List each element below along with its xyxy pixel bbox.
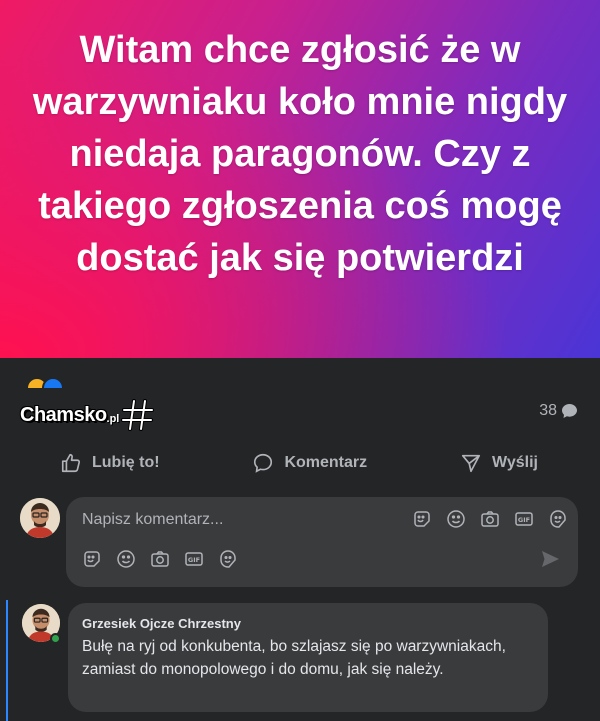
comment-thread-indicator: [6, 600, 8, 721]
comment-composer[interactable]: Napisz komentarz... GIF GIF: [66, 497, 578, 587]
svg-text:GIF: GIF: [518, 516, 530, 524]
facebook-post: Witam chce zgłosić że w warzywniaku koło…: [0, 0, 600, 721]
reactions-strip: [0, 358, 600, 388]
gif-icon[interactable]: GIF: [514, 509, 534, 529]
comment-count-number: 38: [539, 402, 557, 419]
watermark-suffix: .pl: [106, 413, 120, 425]
sticker-icon[interactable]: [82, 549, 102, 569]
camera-icon[interactable]: [480, 509, 500, 529]
like-label: Lubię to!: [92, 454, 160, 471]
comment-icon: [254, 453, 273, 473]
hashtag-logo-icon: [121, 399, 155, 431]
camera-icon[interactable]: [150, 549, 170, 569]
gif-icon[interactable]: GIF: [184, 549, 204, 569]
share-label: Wyślij: [492, 454, 538, 471]
comment-bubble: Grzesiek Ojcze Chrzestny Bułę na ryj od …: [68, 603, 548, 712]
post-actions: Lubię to! Komentarz Wyślij: [0, 440, 600, 486]
sticker-icon[interactable]: [412, 509, 432, 529]
watermark-brand: Chamsko: [20, 403, 107, 426]
post-text-background: Witam chce zgłosić że w warzywniaku koło…: [0, 0, 600, 358]
avatar-sticker-icon[interactable]: [548, 509, 568, 529]
comment-author[interactable]: Grzesiek Ojcze Chrzestny: [82, 616, 534, 631]
avatar-sticker-icon[interactable]: [218, 549, 238, 569]
send-arrow-icon: [461, 454, 481, 473]
current-user-avatar[interactable]: [20, 498, 60, 538]
comment-button[interactable]: Komentarz: [252, 452, 367, 474]
thumbs-up-icon: [61, 453, 81, 473]
post-text: Witam chce zgłosić że w warzywniaku koło…: [32, 29, 568, 279]
share-button[interactable]: Wyślij: [460, 452, 538, 474]
comment-bubble-icon: [562, 404, 577, 418]
comment-count[interactable]: 38: [539, 402, 578, 420]
emoji-icon[interactable]: [446, 509, 466, 529]
online-status-indicator: [50, 633, 61, 644]
user-portrait-icon: [20, 498, 60, 538]
comment-label: Komentarz: [284, 454, 368, 471]
emoji-icon[interactable]: [116, 549, 136, 569]
comment-input-placeholder[interactable]: Napisz komentarz...: [82, 511, 223, 529]
comment-text: Bułę na ryj od konkubenta, bo szlajasz s…: [82, 638, 506, 678]
like-button[interactable]: Lubię to!: [60, 452, 160, 474]
svg-text:GIF: GIF: [188, 556, 200, 564]
reaction-icons[interactable]: [26, 377, 64, 388]
watermark-logo: Chamsko .pl: [20, 398, 155, 432]
send-icon[interactable]: [540, 549, 560, 569]
like-reaction-icon: [42, 377, 64, 388]
